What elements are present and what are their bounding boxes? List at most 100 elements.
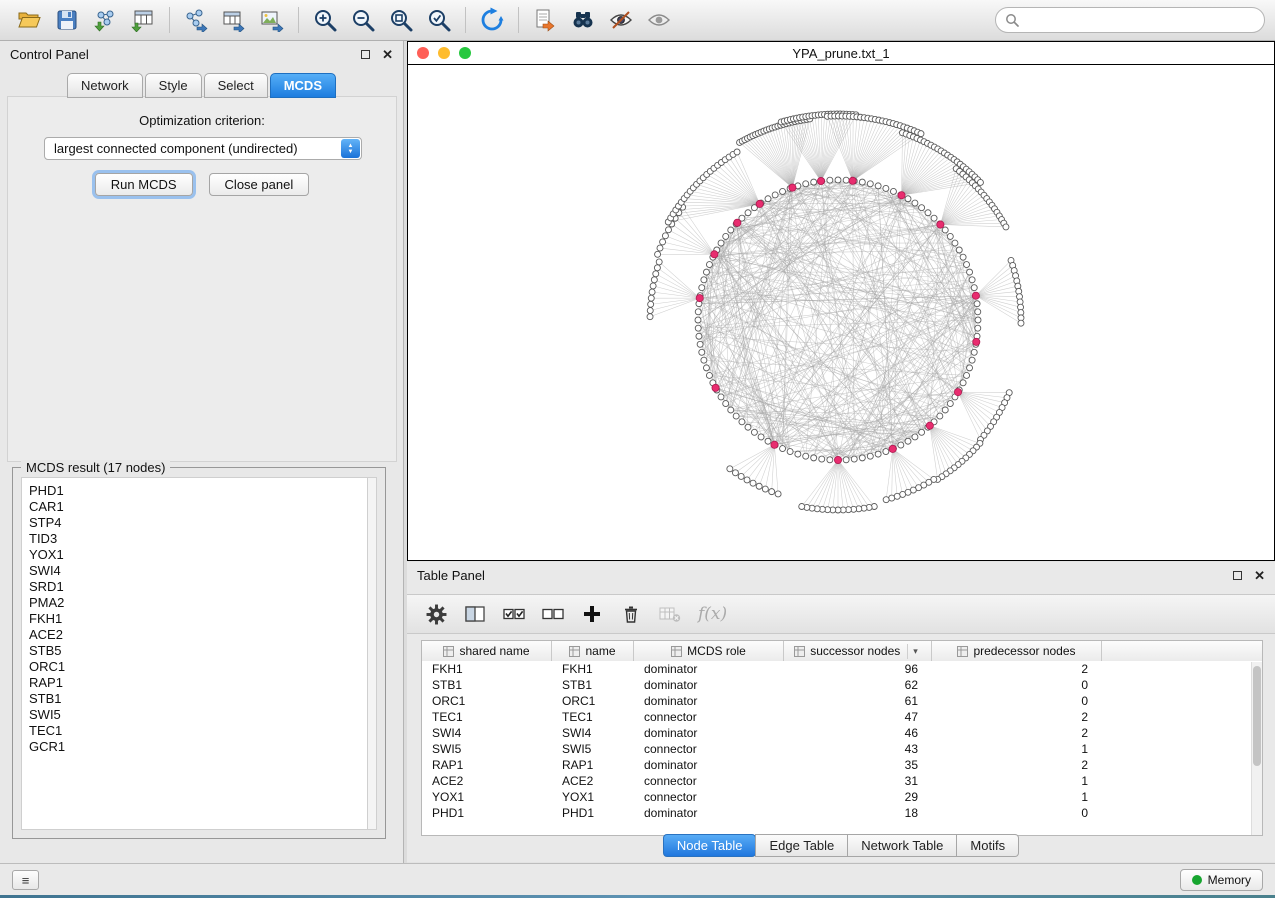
close-panel-icon[interactable]: ✕ — [1254, 569, 1265, 582]
status-menu-button[interactable]: ≡ — [12, 870, 39, 890]
delete-table-icon[interactable] — [655, 599, 685, 629]
export-table-icon[interactable] — [215, 3, 253, 37]
show-all-icon[interactable] — [640, 3, 678, 37]
mcds-list-scrollbar[interactable] — [367, 477, 377, 830]
mcds-result-item[interactable]: ORC1 — [29, 659, 360, 675]
tab-edge-table[interactable]: Edge Table — [755, 834, 848, 857]
column-header-successor-nodes[interactable]: successor nodes▾ — [784, 641, 932, 661]
table-row[interactable]: STB1STB1dominator620 — [422, 677, 1262, 693]
column-header-MCDS-role[interactable]: MCDS role — [634, 641, 784, 661]
zoom-in-icon[interactable] — [306, 3, 344, 37]
table-row[interactable]: RAP1RAP1dominator352 — [422, 757, 1262, 773]
apply-layout-icon[interactable] — [473, 3, 511, 37]
mcds-result-item[interactable]: TID3 — [29, 531, 360, 547]
binoculars-icon[interactable] — [564, 3, 602, 37]
tab-network[interactable]: Network — [67, 73, 143, 98]
table-row[interactable]: ORC1ORC1dominator610 — [422, 693, 1262, 709]
table-cell: FKH1 — [552, 662, 634, 676]
table-row[interactable]: SWI5SWI5connector431 — [422, 741, 1262, 757]
network-graph[interactable] — [408, 65, 1274, 560]
mcds-result-item[interactable]: STP4 — [29, 515, 360, 531]
table-cell: 61 — [784, 694, 932, 708]
mcds-result-item[interactable]: SRD1 — [29, 579, 360, 595]
deselect-all-icon[interactable] — [538, 599, 568, 629]
import-table-icon[interactable] — [124, 3, 162, 37]
table-row[interactable]: SWI4SWI4dominator462 — [422, 725, 1262, 741]
mcds-result-item[interactable]: FKH1 — [29, 611, 360, 627]
select-all-icon[interactable] — [499, 599, 529, 629]
network-canvas[interactable] — [408, 65, 1274, 560]
mcds-result-item[interactable]: ACE2 — [29, 627, 360, 643]
network-window-titlebar: YPA_prune.txt_1 — [408, 42, 1274, 65]
mcds-result-item[interactable]: SWI4 — [29, 563, 360, 579]
mcds-result-item[interactable]: GCR1 — [29, 739, 360, 755]
mcds-result-item[interactable]: PMA2 — [29, 595, 360, 611]
function-builder-icon[interactable]: f(x) — [698, 604, 727, 624]
control-panel-title: Control Panel — [10, 47, 89, 62]
float-panel-icon[interactable] — [361, 50, 370, 59]
table-cell: SWI4 — [422, 726, 552, 740]
tab-mcds[interactable]: MCDS — [270, 73, 336, 98]
hide-selected-icon[interactable] — [602, 3, 640, 37]
close-panel-icon[interactable]: ✕ — [382, 48, 393, 61]
mcds-result-item[interactable]: STB1 — [29, 691, 360, 707]
mcds-result-item[interactable]: CAR1 — [29, 499, 360, 515]
tab-style[interactable]: Style — [145, 73, 202, 98]
table-cell: 2 — [932, 758, 1102, 772]
column-header-shared-name[interactable]: shared name — [422, 641, 552, 661]
column-header-name[interactable]: name — [552, 641, 634, 661]
table-row[interactable]: FKH1FKH1dominator962 — [422, 661, 1262, 677]
mcds-result-item[interactable]: SWI5 — [29, 707, 360, 723]
table-cell: 2 — [932, 710, 1102, 724]
add-column-icon[interactable] — [577, 599, 607, 629]
toolbar-separator — [298, 7, 299, 33]
table-cell: SWI5 — [422, 742, 552, 756]
column-header-predecessor-nodes[interactable]: predecessor nodes — [932, 641, 1102, 661]
column-label: MCDS role — [687, 644, 746, 658]
search-input[interactable] — [1025, 13, 1255, 28]
table-row[interactable]: TEC1TEC1connector472 — [422, 709, 1262, 725]
mcds-result-item[interactable]: RAP1 — [29, 675, 360, 691]
table-scrollbar[interactable] — [1251, 662, 1262, 835]
copy-network-icon[interactable] — [526, 3, 564, 37]
scrollbar-thumb[interactable] — [1253, 666, 1261, 766]
column-menu-icon[interactable]: ▾ — [907, 644, 921, 659]
show-columns-icon[interactable] — [460, 599, 490, 629]
table-row[interactable]: PHD1PHD1dominator180 — [422, 805, 1262, 821]
float-panel-icon[interactable] — [1233, 571, 1242, 580]
mcds-result-list[interactable]: PHD1CAR1STP4TID3YOX1SWI4SRD1PMA2FKH1ACE2… — [21, 477, 367, 830]
export-image-icon[interactable] — [253, 3, 291, 37]
table-toolbar: f(x) — [407, 594, 1275, 634]
table-cell: 46 — [784, 726, 932, 740]
table-cell: 0 — [932, 694, 1102, 708]
save-session-icon[interactable] — [48, 3, 86, 37]
zoom-fit-icon[interactable] — [382, 3, 420, 37]
open-file-icon[interactable] — [10, 3, 48, 37]
search-box[interactable] — [995, 7, 1265, 33]
run-mcds-button[interactable]: Run MCDS — [95, 173, 193, 196]
tab-motifs[interactable]: Motifs — [956, 834, 1019, 857]
optimization-criterion-select[interactable]: largest connected component (undirected)… — [44, 137, 362, 160]
memory-button[interactable]: Memory — [1180, 869, 1263, 891]
export-network-icon[interactable] — [177, 3, 215, 37]
dropdown-stepper-icon[interactable]: ▲ ▼ — [341, 139, 360, 158]
close-panel-button[interactable]: Close panel — [209, 173, 310, 196]
zoom-selected-icon[interactable] — [420, 3, 458, 37]
table-cell: 96 — [784, 662, 932, 676]
table-body: FKH1FKH1dominator962STB1STB1dominator620… — [422, 661, 1262, 821]
table-settings-gear-icon[interactable] — [421, 599, 451, 629]
delete-column-icon[interactable] — [616, 599, 646, 629]
mcds-result-item[interactable]: YOX1 — [29, 547, 360, 563]
table-cell: 43 — [784, 742, 932, 756]
zoom-out-icon[interactable] — [344, 3, 382, 37]
import-network-icon[interactable] — [86, 3, 124, 37]
table-row[interactable]: ACE2ACE2connector311 — [422, 773, 1262, 789]
tab-network-table[interactable]: Network Table — [847, 834, 957, 857]
table-cell: RAP1 — [552, 758, 634, 772]
mcds-result-item[interactable]: TEC1 — [29, 723, 360, 739]
mcds-result-item[interactable]: PHD1 — [29, 483, 360, 499]
tab-select[interactable]: Select — [204, 73, 268, 98]
tab-node-table[interactable]: Node Table — [663, 834, 757, 857]
mcds-result-item[interactable]: STB5 — [29, 643, 360, 659]
table-row[interactable]: YOX1YOX1connector291 — [422, 789, 1262, 805]
